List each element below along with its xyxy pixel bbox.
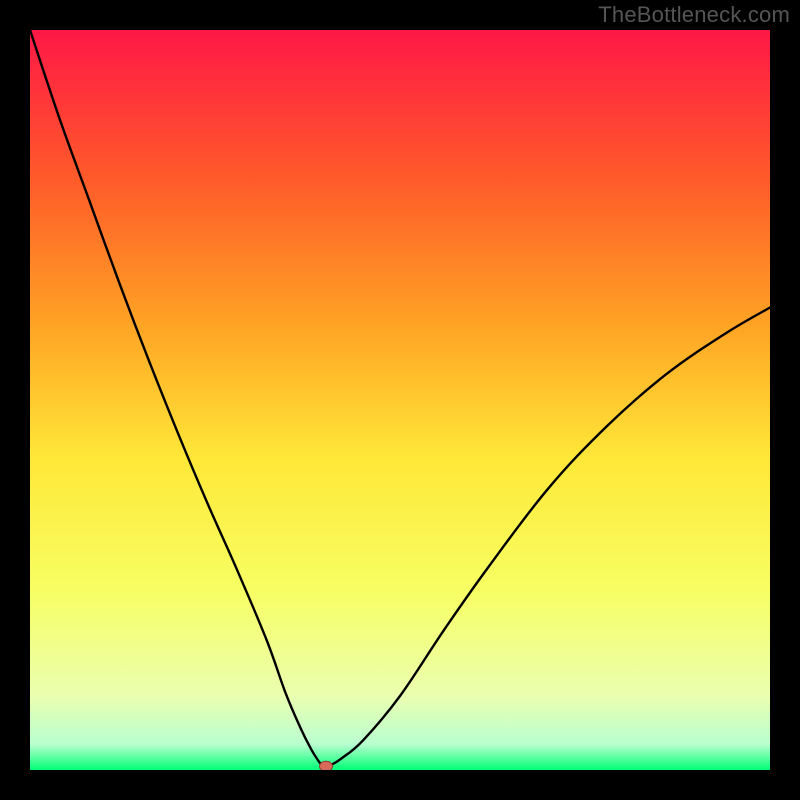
gradient-background [30, 30, 770, 770]
optimal-point-marker [320, 761, 333, 770]
watermark-text: TheBottleneck.com [598, 2, 790, 28]
bottleneck-chart [30, 30, 770, 770]
plot-area [30, 30, 770, 770]
chart-frame: TheBottleneck.com [0, 0, 800, 800]
